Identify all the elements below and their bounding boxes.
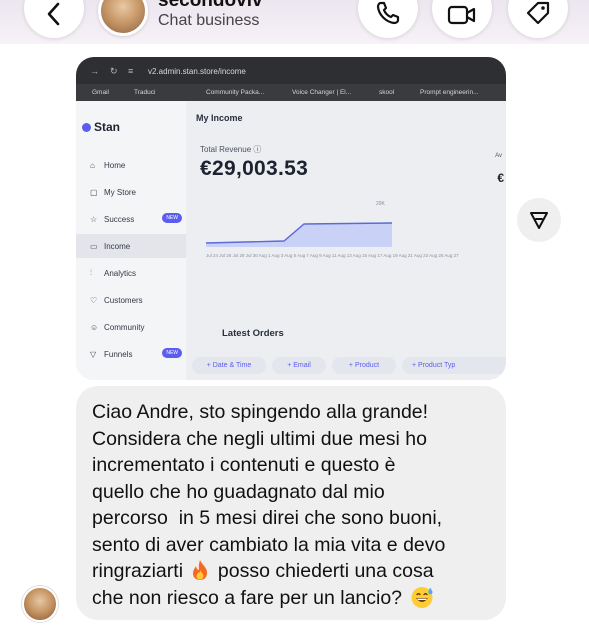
reload-icon: ↻	[110, 66, 118, 76]
bookmark: Traduci	[134, 89, 156, 96]
chevron-left-icon	[47, 2, 60, 26]
bookmark: Gmail	[92, 89, 109, 96]
sidebar-item-success: ☆ Success NEW	[76, 207, 186, 231]
stan-logo-icon	[82, 123, 91, 132]
revenue-chart: 29K	[206, 201, 393, 247]
message-text: Ciao Andre, sto spingendo alla grande! C…	[92, 399, 492, 611]
sidebar-item-label: Analytics	[104, 268, 137, 278]
contact-name[interactable]: secondoviv	[158, 0, 263, 12]
wallet-icon: ▭	[90, 241, 98, 251]
total-revenue-label: Total Revenue ⓘ	[200, 144, 261, 155]
income-panel: My Income Total Revenue ⓘ €29,003.53 29K…	[188, 101, 506, 380]
analytics-icon: ⫶	[90, 268, 92, 277]
bookmark: skool	[379, 89, 395, 96]
chart-peak-label: 29K	[376, 201, 386, 207]
video-camera-icon	[447, 5, 476, 25]
page-title: My Income	[196, 113, 243, 123]
bookmark: Community Packa...	[206, 89, 265, 96]
sidebar-item-label: Income	[104, 241, 131, 251]
sidebar-item-funnels: ▽ Funnels NEW	[76, 342, 186, 366]
phone-icon	[376, 1, 400, 25]
side-card-value: €	[497, 171, 504, 185]
bookmark: Voice Changer | El...	[292, 89, 352, 96]
store-icon: ▢	[90, 187, 98, 197]
sidebar-item-label: Customers	[104, 295, 143, 305]
bookmark: Prompt engineerin...	[420, 89, 479, 96]
filter-chip-product-type: + Product Typ	[402, 357, 506, 374]
heart-icon: ♡	[90, 295, 98, 305]
star-icon: ☆	[90, 214, 98, 224]
sidebar-item-income: ▭ Income	[76, 234, 186, 258]
stan-logo-text: Stan	[94, 120, 121, 134]
bookmarks-bar: Gmail Traduci Community Packa... Voice C…	[76, 84, 506, 101]
filter-chip-date-time: + Date & Time	[192, 357, 266, 374]
tune-icon: ≡	[128, 66, 134, 76]
contact-subtitle: Chat business	[158, 12, 260, 29]
sidebar-item-customers: ♡ Customers	[76, 288, 186, 312]
chat-header: secondoviv Chat business	[0, 0, 589, 44]
shared-image-message[interactable]: → ↻ ≡ v2.admin.stan.store/income Gmail T…	[76, 57, 506, 380]
grinning-sweat-emoji-icon	[411, 586, 433, 608]
home-icon: ⌂	[90, 160, 95, 170]
side-card-label: Av	[495, 153, 502, 159]
total-revenue-text: Total Revenue	[200, 145, 252, 154]
fire-emoji-icon	[193, 560, 208, 580]
text-message[interactable]: Ciao Andre, sto spingendo alla grande! C…	[76, 386, 506, 620]
stan-sidebar: Stan ⌂ Home ▢ My Store ☆ Success NEW ▭ Income…	[76, 101, 186, 380]
sidebar-item-label: Home	[104, 160, 126, 170]
sidebar-item-home: ⌂ Home	[76, 153, 186, 177]
info-icon: ⓘ	[253, 145, 262, 154]
forward-arrow-icon: →	[90, 66, 99, 76]
revenue-area	[206, 223, 392, 247]
chart-date-axis: Jul 24 Jul 26 Jul 28 Jul 30 Aug 1 Aug 3 …	[206, 253, 459, 258]
header-background	[0, 0, 589, 44]
sidebar-item-label: Funnels	[104, 349, 133, 359]
people-icon: ☺	[90, 322, 99, 332]
sender-avatar[interactable]	[22, 586, 58, 622]
sidebar-item-my-store: ▢ My Store	[76, 180, 186, 204]
filter-chip-email: + Email	[272, 357, 326, 374]
sidebar-item-analytics: ⫶ Analytics	[76, 261, 186, 285]
chat-screen: secondoviv Chat business → ↻ ≡ v2.admin.…	[0, 0, 589, 625]
sidebar-item-label: Success	[104, 214, 135, 224]
tag-icon	[526, 1, 550, 25]
forward-button[interactable]	[517, 198, 561, 242]
latest-orders-heading: Latest Orders	[222, 328, 284, 339]
total-revenue-value: €29,003.53	[200, 157, 309, 180]
sidebar-item-label: My Store	[104, 187, 137, 197]
message-text-part1: Ciao Andre, sto spingendo alla grande! C…	[92, 401, 446, 582]
browser-url: v2.admin.stan.store/income	[148, 67, 246, 76]
new-badge: NEW	[162, 213, 182, 223]
browser-toolbar: → ↻ ≡ v2.admin.stan.store/income	[76, 57, 506, 84]
sidebar-item-community: ☺ Community	[76, 315, 186, 339]
sidebar-item-label: Community	[104, 322, 145, 332]
funnel-send-icon	[530, 212, 548, 229]
stan-dashboard: Stan ⌂ Home ▢ My Store ☆ Success NEW ▭ Income…	[76, 101, 506, 380]
stan-logo: Stan	[82, 120, 120, 134]
funnel-icon: ▽	[90, 349, 97, 359]
filter-chip-product: + Product	[332, 357, 396, 374]
new-badge: NEW	[162, 348, 182, 358]
